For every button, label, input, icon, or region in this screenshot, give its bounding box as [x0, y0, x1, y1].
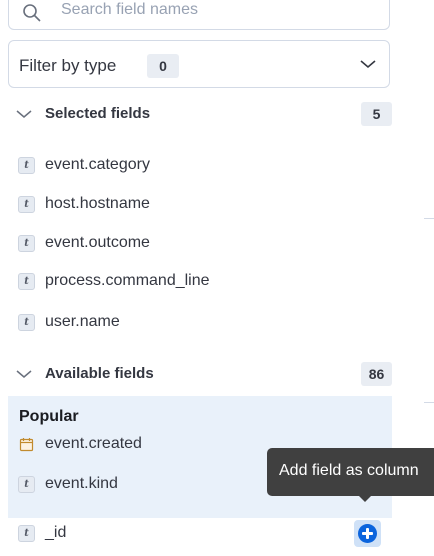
filter-by-type-label: Filter by type [19, 56, 117, 75]
available-fields-count: 86 [361, 362, 392, 386]
string-type-icon: t [18, 196, 35, 213]
field-row-user-name[interactable]: t user.name [8, 307, 392, 337]
calendar-icon [19, 438, 34, 452]
search-icon [23, 4, 41, 22]
field-name: event.kind [45, 475, 118, 492]
field-row-id[interactable]: t _id [8, 518, 392, 548]
field-row-process-command-line[interactable]: t process.command_line [8, 266, 392, 296]
field-row-event-outcome[interactable]: t event.outcome [8, 228, 392, 258]
filter-by-type-button[interactable]: Filter by type 0 [8, 40, 390, 88]
chevron-down-icon [360, 60, 376, 69]
field-row-host-hostname[interactable]: t host.hostname [8, 189, 392, 219]
chevron-down-icon [16, 110, 32, 118]
field-name: event.category [45, 156, 150, 173]
tooltip-arrow [357, 494, 373, 502]
divider [424, 218, 434, 219]
search-input[interactable] [61, 0, 361, 23]
plus-circle-icon [358, 524, 377, 543]
tooltip-text: Add field as column [279, 462, 419, 479]
field-name: host.hostname [45, 195, 150, 212]
search-field-container[interactable] [8, 0, 390, 30]
field-name: process.command_line [45, 272, 210, 289]
string-type-icon: t [18, 273, 35, 290]
field-name: event.outcome [45, 234, 150, 251]
selected-fields-header[interactable]: Selected fields 5 [8, 100, 392, 128]
selected-fields-count: 5 [361, 102, 392, 126]
string-type-icon: t [18, 476, 35, 493]
available-fields-header[interactable]: Available fields 86 [8, 360, 392, 388]
divider [424, 402, 434, 403]
popular-title: Popular [19, 408, 79, 425]
available-fields-title: Available fields [45, 365, 154, 382]
add-field-button[interactable] [354, 520, 381, 547]
string-type-icon: t [18, 157, 35, 174]
string-type-icon: t [18, 525, 35, 542]
chevron-down-icon [16, 370, 32, 378]
selected-fields-title: Selected fields [45, 105, 151, 122]
filter-count-badge: 0 [147, 54, 179, 78]
string-type-icon: t [18, 235, 35, 252]
field-name: _id [45, 524, 67, 541]
string-type-icon: t [18, 314, 35, 331]
add-field-tooltip: Add field as column [267, 448, 434, 496]
field-name: user.name [45, 313, 120, 330]
field-name: event.created [45, 435, 142, 452]
field-row-event-category[interactable]: t event.category [8, 150, 392, 180]
